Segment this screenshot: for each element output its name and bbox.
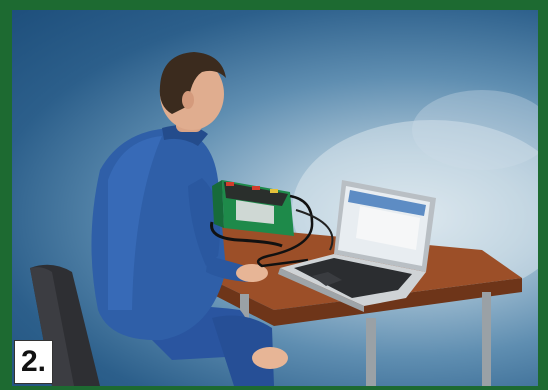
step-number-label: 2. — [14, 340, 54, 384]
illustration-scene: 2. — [12, 10, 538, 386]
scene-illustration — [30, 52, 538, 386]
image-frame: 2. — [0, 0, 548, 390]
documenting-calibrator — [212, 180, 294, 236]
hand — [252, 347, 288, 369]
